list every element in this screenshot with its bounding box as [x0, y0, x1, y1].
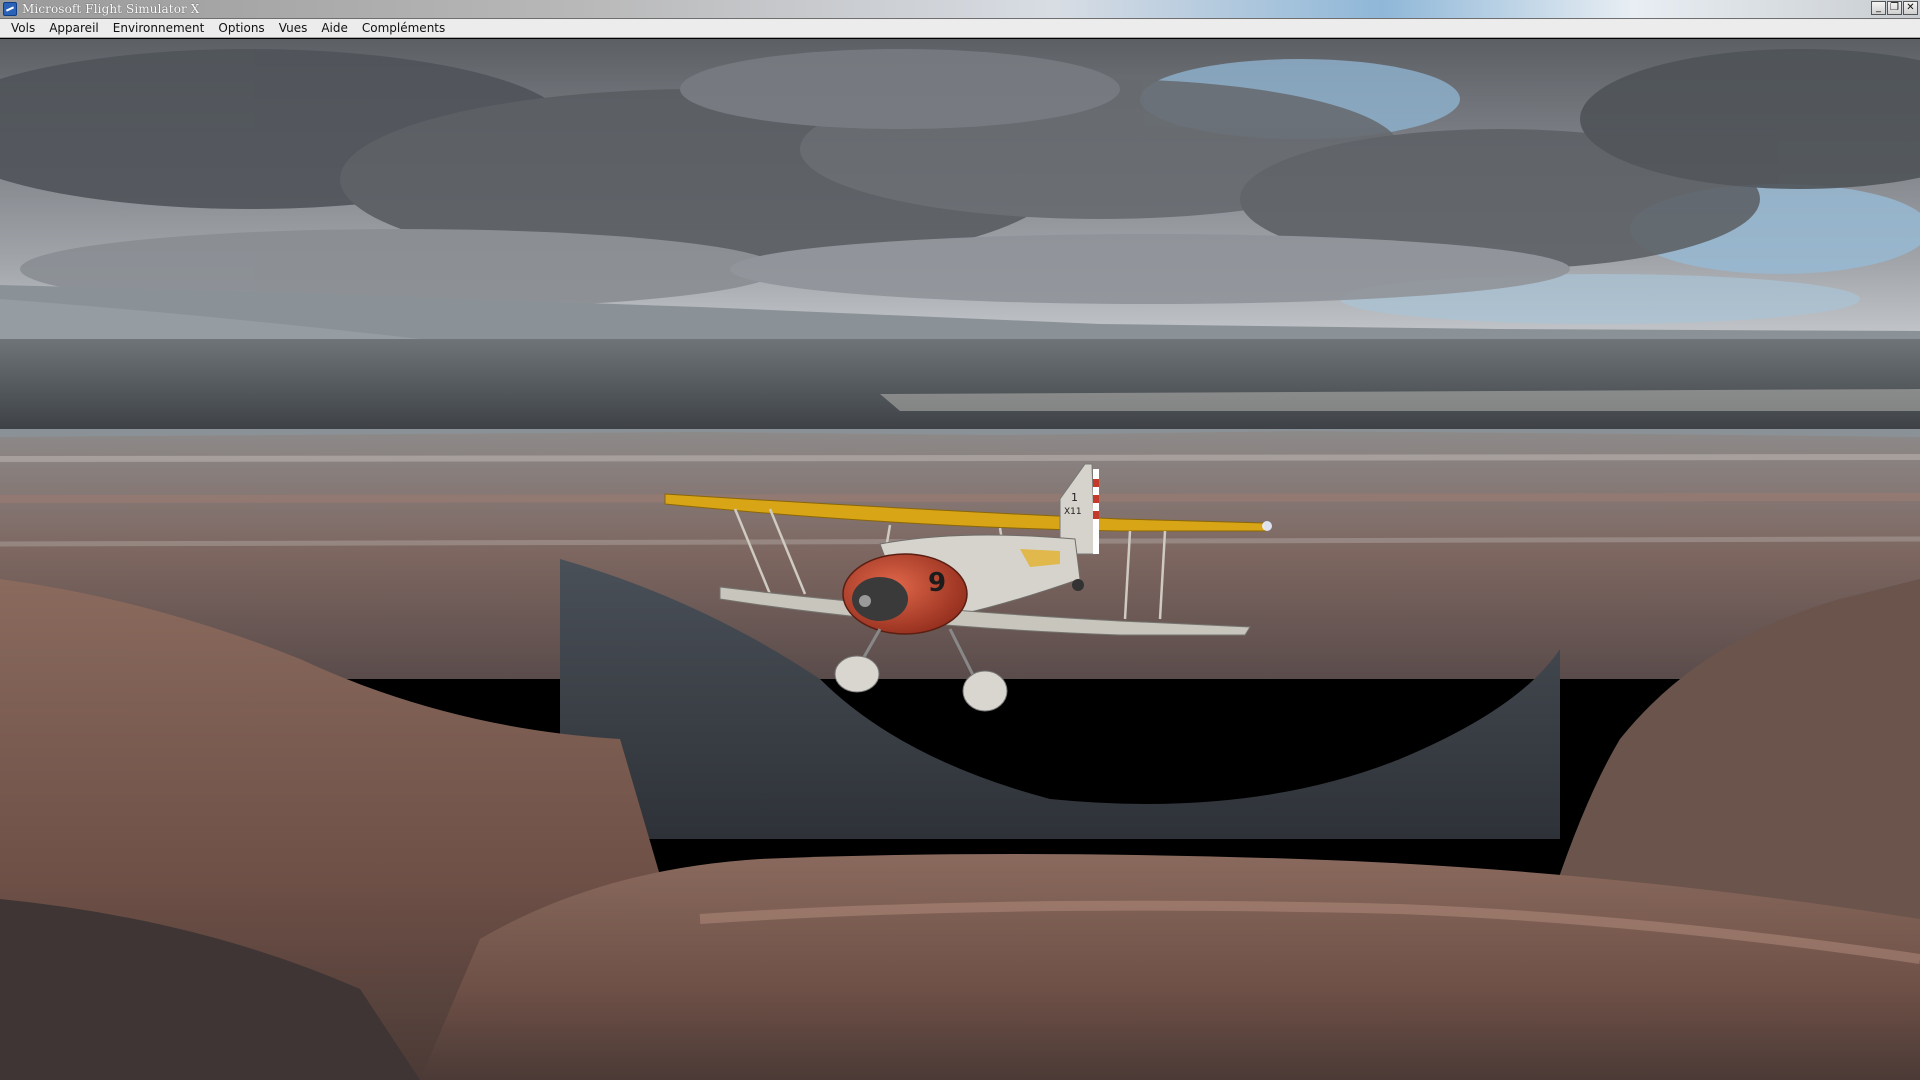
menu-vols[interactable]: Vols: [4, 19, 42, 38]
menu-aide[interactable]: Aide: [314, 19, 355, 38]
tail-code: X11: [1064, 507, 1082, 517]
tail-rudder-stripes: [1093, 469, 1099, 554]
menu-environnement[interactable]: Environnement: [106, 19, 212, 38]
window-controls: _ ❐ ✕: [1871, 1, 1918, 15]
menu-vues[interactable]: Vues: [272, 19, 315, 38]
menu-complements[interactable]: Compléments: [355, 19, 452, 38]
3d-viewport[interactable]: 1 X11 9: [0, 39, 1920, 1080]
flight-simulator-window: Microsoft Flight Simulator X _ ❐ ✕ Vols …: [0, 0, 1920, 1080]
right-wheel-pant: [962, 670, 1008, 712]
cowling-number: 9: [928, 568, 946, 598]
nav-light: [1262, 521, 1272, 531]
propeller-hub: [859, 595, 871, 607]
close-button[interactable]: ✕: [1903, 1, 1918, 15]
tail-number: 1: [1071, 491, 1078, 504]
plateau-plain: [0, 339, 1920, 429]
window-title: Microsoft Flight Simulator X: [22, 2, 200, 16]
menu-options[interactable]: Options: [211, 19, 271, 38]
menu-bar: Vols Appareil Environnement Options Vues…: [0, 19, 1920, 38]
restore-button[interactable]: ❐: [1887, 1, 1902, 15]
tail-wheel: [1072, 579, 1084, 591]
minimize-button[interactable]: _: [1871, 1, 1886, 15]
left-wheel-pant: [834, 655, 880, 693]
title-bar[interactable]: Microsoft Flight Simulator X _ ❐ ✕: [0, 0, 1920, 19]
menu-appareil[interactable]: Appareil: [42, 19, 106, 38]
app-icon: [3, 2, 17, 16]
